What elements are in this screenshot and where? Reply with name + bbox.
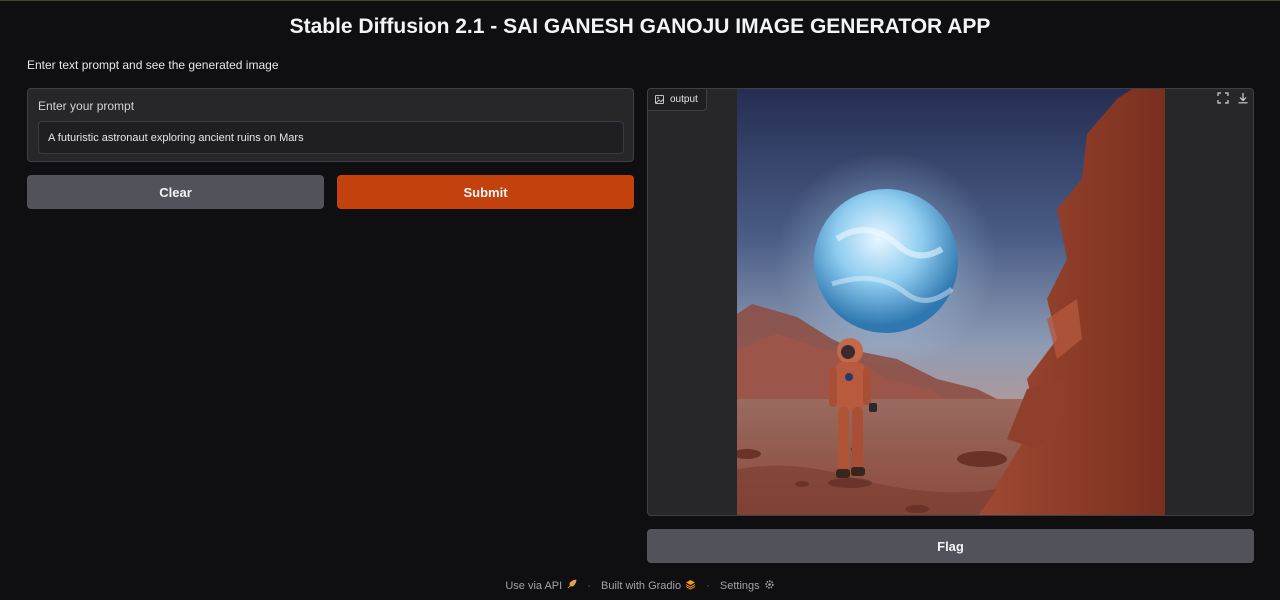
- page-title: Stable Diffusion 2.1 - SAI GANESH GANOJU…: [289, 15, 991, 38]
- settings-label: Settings: [719, 580, 760, 593]
- output-label: output: [670, 94, 698, 105]
- output-label-tag: output: [648, 89, 707, 111]
- fullscreen-icon[interactable]: [1217, 91, 1229, 104]
- use-api-link[interactable]: Use via API: [505, 579, 577, 593]
- clear-button[interactable]: Clear: [27, 175, 324, 209]
- built-with-gradio-link[interactable]: Built with Gradio: [601, 580, 696, 592]
- output-toolbar: [1217, 91, 1249, 104]
- output-image-panel: output: [647, 88, 1254, 516]
- footer-separator: ·: [706, 579, 710, 592]
- generated-image: [733, 89, 1165, 515]
- footer: Use via API · Built with Gradio · Settin…: [0, 579, 1280, 592]
- footer-separator: ·: [587, 579, 591, 592]
- gear-icon: [764, 579, 775, 590]
- top-border: [0, 0, 1280, 1]
- image-icon: [655, 95, 664, 104]
- prompt-block: Enter your prompt: [27, 88, 634, 162]
- submit-button[interactable]: Submit: [337, 175, 634, 209]
- prompt-label: Enter your prompt: [38, 99, 135, 113]
- settings-link[interactable]: Settings: [720, 580, 775, 592]
- download-icon[interactable]: [1237, 91, 1249, 104]
- built-with-label: Built with Gradio: [601, 580, 682, 593]
- page-description: Enter text prompt and see the generated …: [27, 58, 279, 72]
- use-api-label: Use via API: [505, 580, 563, 593]
- flag-button[interactable]: Flag: [647, 529, 1254, 563]
- rocket-icon: [566, 579, 577, 590]
- prompt-input[interactable]: [38, 121, 624, 154]
- gradio-logo-icon: [685, 579, 696, 590]
